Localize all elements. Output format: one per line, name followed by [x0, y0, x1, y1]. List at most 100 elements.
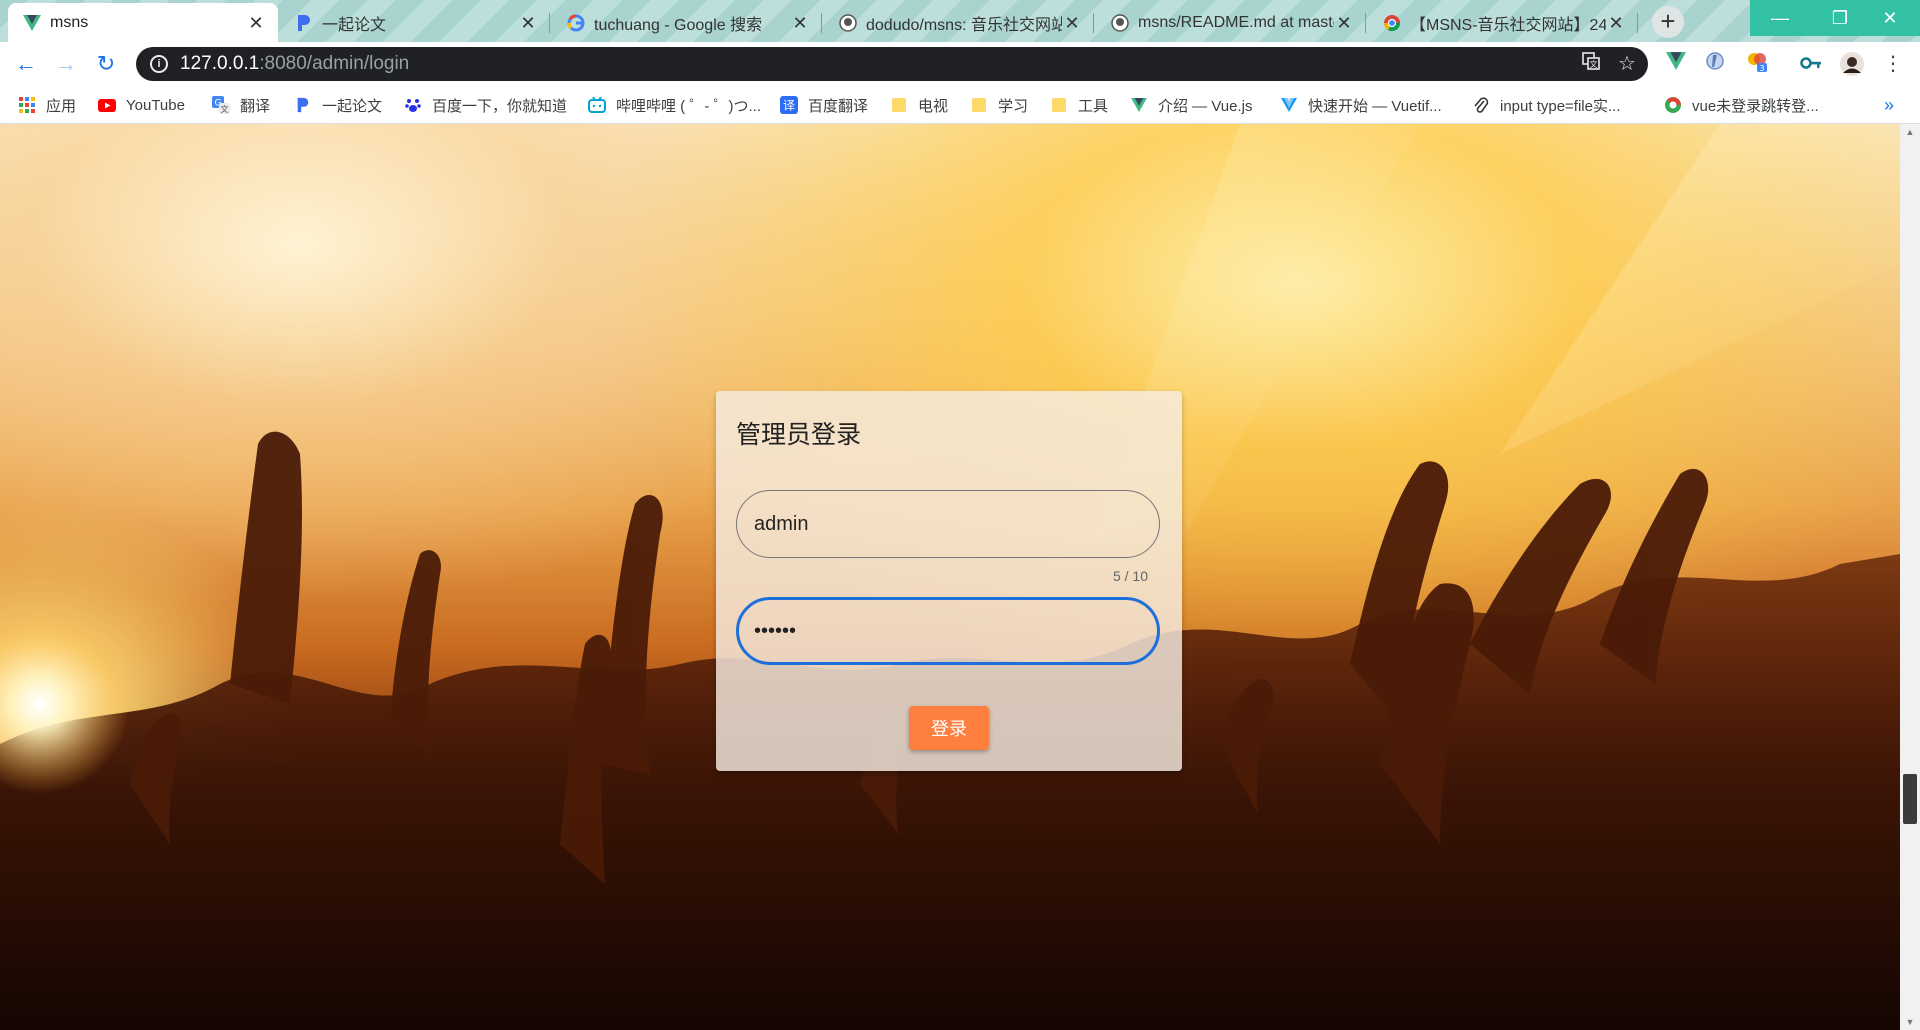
bookmark-folder-tools[interactable]: 工具 [1050, 94, 1108, 116]
forward-icon[interactable]: → [52, 50, 80, 78]
browser-toolbar: ← → ↻ i 127.0.0.1:8080/admin/login 文 ☆ 3… [0, 42, 1920, 86]
close-tab-icon[interactable]: ✕ [246, 13, 266, 33]
bookmark-label: 工具 [1078, 97, 1109, 115]
bookmark-vuetify[interactable]: 快速开始 — Vuetif... [1280, 94, 1442, 116]
tab-title: msns/README.md at master [1138, 13, 1334, 31]
chrome-icon [1664, 96, 1682, 114]
bookmark-input-file[interactable]: input type=file实... [1472, 94, 1620, 116]
address-bar[interactable]: i 127.0.0.1:8080/admin/login 文 ☆ [136, 47, 1648, 81]
avatar[interactable] [1839, 51, 1865, 77]
new-tab-button[interactable]: + [1652, 6, 1684, 38]
close-tab-icon[interactable]: ✕ [1606, 13, 1626, 33]
folder-icon [1050, 96, 1068, 114]
more-bookmarks-button[interactable]: » [1884, 94, 1894, 116]
apps-grid-icon [18, 96, 36, 114]
chrome-icon [1382, 13, 1402, 33]
login-button[interactable]: 登录 [909, 706, 989, 750]
tab-separator [821, 13, 822, 33]
bookmark-label: YouTube [126, 96, 185, 114]
url-text[interactable]: 127.0.0.1:8080/admin/login [180, 53, 1576, 75]
back-icon[interactable]: ← [12, 50, 40, 78]
menu-dots-icon[interactable]: ⋮ [1880, 51, 1906, 77]
vue-icon [22, 13, 42, 33]
github-icon [1110, 13, 1130, 33]
password-input[interactable] [752, 618, 1136, 644]
close-tab-icon[interactable]: ✕ [518, 13, 538, 33]
bookmark-folder-study[interactable]: 学习 [970, 94, 1028, 116]
close-window-button[interactable]: ✕ [1860, 0, 1920, 36]
svg-text:文: 文 [1590, 59, 1598, 69]
star-bookmark-icon[interactable]: ☆ [1612, 49, 1642, 79]
username-input[interactable] [752, 511, 1136, 537]
bookmark-bilibili[interactable]: 哔哩哔哩 ( ゜- ゜)つ... [588, 94, 761, 116]
tab-msns-site[interactable]: 【MSNS-音乐社交网站】24 ✕ [1368, 3, 1638, 42]
scroll-down-icon[interactable]: ▼ [1900, 1014, 1920, 1030]
vuetify-icon [1280, 96, 1298, 114]
close-tab-icon[interactable]: ✕ [790, 13, 810, 33]
tab-title: 一起论文 [322, 16, 387, 34]
vue-devtools-icon[interactable] [1663, 51, 1689, 77]
username-char-counter: 5 / 10 [1112, 568, 1148, 584]
reload-icon[interactable]: ↻ [92, 50, 120, 78]
bookmark-translate[interactable]: G文 翻译 [212, 94, 270, 116]
bookmark-label: 应用 [46, 97, 77, 115]
tab-title: msns [50, 13, 89, 31]
tab-github-readme[interactable]: msns/README.md at master ✕ [1096, 3, 1366, 42]
bookmark-vue-redirect[interactable]: vue未登录跳转登... [1664, 94, 1819, 116]
bookmarks-bar: 应用 YouTube G文 翻译 一起论文 百度一下，你就知道 哔哩哔哩 ( ゜… [0, 86, 1920, 124]
bookmark-youtube[interactable]: YouTube [98, 94, 185, 116]
tab-strip: msns ✕ 一起论文 ✕ tuchuang - Google 搜索 ✕ dod… [0, 0, 1920, 42]
folder-icon [890, 96, 908, 114]
svg-text:译: 译 [783, 99, 795, 113]
scroll-up-icon[interactable]: ▲ [1900, 124, 1920, 140]
google-icon [566, 13, 586, 33]
site-info-icon[interactable]: i [150, 55, 168, 73]
baidu-translate-icon: 译 [780, 96, 798, 114]
bookmark-yiqilunwen[interactable]: 一起论文 [294, 94, 382, 116]
youtube-icon [98, 96, 116, 114]
extension-disc-icon[interactable] [1702, 51, 1728, 77]
github-icon [838, 13, 858, 33]
tab-yiqilunwen[interactable]: 一起论文 ✕ [280, 3, 550, 42]
bookmark-baidu-translate[interactable]: 译 百度翻译 [780, 94, 868, 116]
bookmark-label: 学习 [998, 97, 1029, 115]
bookmark-label: 介绍 — Vue.js [1158, 97, 1253, 115]
tab-msns[interactable]: msns ✕ [8, 3, 278, 42]
password-key-icon[interactable] [1798, 51, 1824, 77]
tab-google-search[interactable]: tuchuang - Google 搜索 ✕ [552, 3, 822, 42]
password-field[interactable] [736, 597, 1160, 665]
scrollbar-thumb[interactable] [1903, 774, 1917, 824]
bookmark-apps[interactable]: 应用 [18, 94, 76, 116]
username-field[interactable] [736, 490, 1160, 558]
tab-title: 【MSNS-音乐社交网站】24 [1410, 16, 1606, 34]
bookmark-label: 翻译 [240, 97, 271, 115]
bookmark-label: 哔哩哔哩 ( ゜- ゜)つ... [616, 97, 761, 115]
translate-page-icon[interactable]: 文 [1576, 49, 1606, 79]
tab-separator [1637, 13, 1638, 33]
bookmark-label: 百度一下，你就知道 [432, 97, 568, 115]
admin-login-card: 管理员登录 5 / 10 登录 [716, 391, 1182, 771]
baidu-paw-icon [404, 96, 422, 114]
p-icon [294, 96, 312, 114]
bookmark-label: 百度翻译 [808, 97, 869, 115]
tab-title: dodudo/msns: 音乐社交网站 [866, 16, 1062, 34]
extension-colorful-icon[interactable]: 3 [1744, 51, 1770, 77]
bookmark-label: input type=file实... [1500, 97, 1621, 115]
bilibili-icon [588, 96, 606, 114]
close-tab-icon[interactable]: ✕ [1334, 13, 1354, 33]
bookmark-vuejs[interactable]: 介绍 — Vue.js [1130, 94, 1252, 116]
tab-title: tuchuang - Google 搜索 [594, 16, 763, 34]
bookmark-label: 快速开始 — Vuetif... [1308, 97, 1442, 115]
bookmark-label: vue未登录跳转登... [1692, 97, 1819, 115]
page-scrollbar[interactable]: ▲ ▼ [1900, 124, 1920, 1030]
tab-separator [1093, 13, 1094, 33]
tab-github-msns[interactable]: dodudo/msns: 音乐社交网站 ✕ [824, 3, 1094, 42]
login-title: 管理员登录 [736, 421, 862, 449]
bookmark-label: 一起论文 [322, 97, 383, 115]
tab-separator [1365, 13, 1366, 33]
close-tab-icon[interactable]: ✕ [1062, 13, 1082, 33]
bookmark-folder-tv[interactable]: 电视 [890, 94, 948, 116]
svg-text:文: 文 [221, 104, 229, 114]
bookmark-baidu[interactable]: 百度一下，你就知道 [404, 94, 567, 116]
minimize-button[interactable]: — [1750, 0, 1810, 36]
